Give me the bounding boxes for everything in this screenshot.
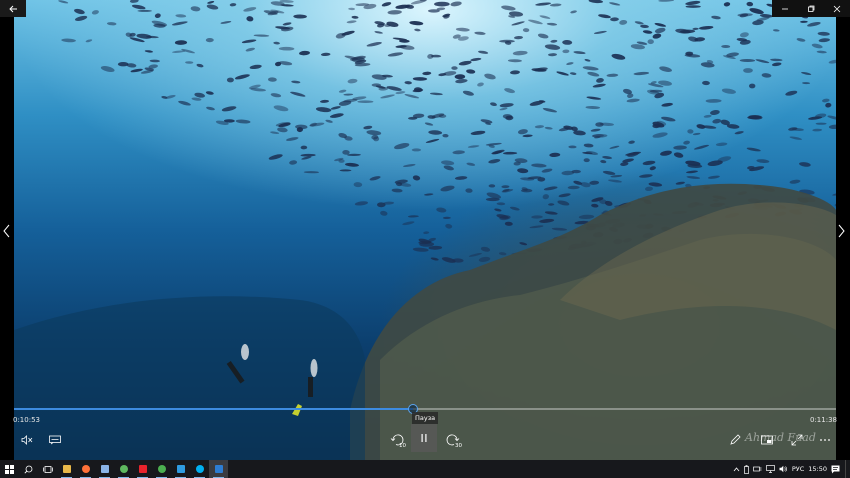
chevron-right-icon xyxy=(838,224,845,238)
taskbar-apps xyxy=(57,460,228,478)
edit-button[interactable] xyxy=(724,430,746,450)
captions-button[interactable] xyxy=(44,430,66,450)
task-view-icon xyxy=(42,465,53,473)
close-icon xyxy=(833,5,841,12)
total-time: 0:11:38 xyxy=(810,416,837,424)
video-frame[interactable] xyxy=(0,0,850,460)
taskbar-clock[interactable]: 15:50 xyxy=(806,460,829,478)
notifications-button[interactable] xyxy=(829,460,842,478)
elapsed-time: 0:10:53 xyxy=(13,416,40,424)
maximize-icon xyxy=(808,5,815,12)
rewind-button[interactable]: 10 xyxy=(386,430,408,450)
skype-icon xyxy=(195,465,204,473)
taskbar-app-app-green[interactable] xyxy=(114,460,133,478)
network-icon xyxy=(765,465,775,473)
mute-button[interactable] xyxy=(16,430,38,450)
movies-tv-icon xyxy=(214,465,223,473)
taskbar: РУС 15:50 xyxy=(0,460,850,478)
taskbar-app-opera[interactable] xyxy=(133,460,152,478)
taskbar-app-firefox[interactable] xyxy=(76,460,95,478)
forward-button[interactable]: 30 xyxy=(442,430,464,450)
back-arrow-icon xyxy=(8,5,17,12)
seek-bar[interactable] xyxy=(14,404,836,414)
edge-icon xyxy=(176,465,185,473)
chrome-icon xyxy=(157,465,166,473)
forward-seconds: 30 xyxy=(455,443,462,449)
battery-icon xyxy=(743,464,749,474)
power-plug-icon xyxy=(752,466,762,472)
search-button[interactable] xyxy=(19,460,38,478)
volume-icon xyxy=(779,465,787,473)
task-view-button[interactable] xyxy=(38,460,57,478)
pen-icon xyxy=(730,434,741,445)
search-icon xyxy=(24,465,33,474)
mini-view-icon xyxy=(761,435,773,445)
taskbar-app-file-explorer[interactable] xyxy=(57,460,76,478)
taskbar-app-chrome[interactable] xyxy=(152,460,171,478)
language-indicator[interactable]: РУС xyxy=(790,460,806,478)
plug-tray-button[interactable] xyxy=(751,460,764,478)
next-button[interactable] xyxy=(834,220,848,242)
volume-tray-button[interactable] xyxy=(777,460,790,478)
speaker-muted-icon xyxy=(21,435,33,445)
folder-icon xyxy=(62,465,71,473)
chevron-left-icon xyxy=(3,224,10,238)
more-options-button[interactable] xyxy=(814,430,836,450)
taskbar-app-skype[interactable] xyxy=(190,460,209,478)
taskbar-app-edge[interactable] xyxy=(171,460,190,478)
fullscreen-icon xyxy=(791,434,803,446)
pause-icon xyxy=(421,434,427,442)
firefox-icon xyxy=(81,465,90,473)
minimize-icon xyxy=(782,8,788,9)
start-button[interactable] xyxy=(0,460,19,478)
rewind-seconds: 10 xyxy=(399,443,406,449)
close-button[interactable] xyxy=(824,0,850,17)
battery-tray-button[interactable] xyxy=(742,460,751,478)
seek-progress xyxy=(14,408,413,410)
tray-expand-button[interactable] xyxy=(731,460,742,478)
more-dots-icon xyxy=(820,439,830,441)
pause-tooltip: Пауза xyxy=(412,412,439,424)
captions-icon xyxy=(49,435,61,445)
notifications-icon xyxy=(831,465,840,473)
windows-logo-icon xyxy=(5,464,14,474)
window-controls xyxy=(772,0,850,17)
network-tray-button[interactable] xyxy=(764,460,777,478)
fullscreen-button[interactable] xyxy=(786,430,808,450)
back-button[interactable] xyxy=(0,0,26,17)
show-desktop-button[interactable] xyxy=(845,460,850,478)
opera-icon xyxy=(138,465,147,473)
app-green-icon xyxy=(119,465,128,473)
taskbar-app-notepad[interactable] xyxy=(95,460,114,478)
notepad-icon xyxy=(100,465,109,473)
chevron-up-icon xyxy=(733,466,740,471)
system-tray: РУС 15:50 xyxy=(731,460,850,478)
pause-button[interactable] xyxy=(411,424,437,452)
mini-view-button[interactable] xyxy=(756,430,778,450)
video-content xyxy=(14,0,848,460)
minimize-button[interactable] xyxy=(772,0,798,17)
taskbar-app-movies-tv[interactable] xyxy=(209,460,228,478)
maximize-button[interactable] xyxy=(798,0,824,17)
previous-button[interactable] xyxy=(0,220,14,242)
